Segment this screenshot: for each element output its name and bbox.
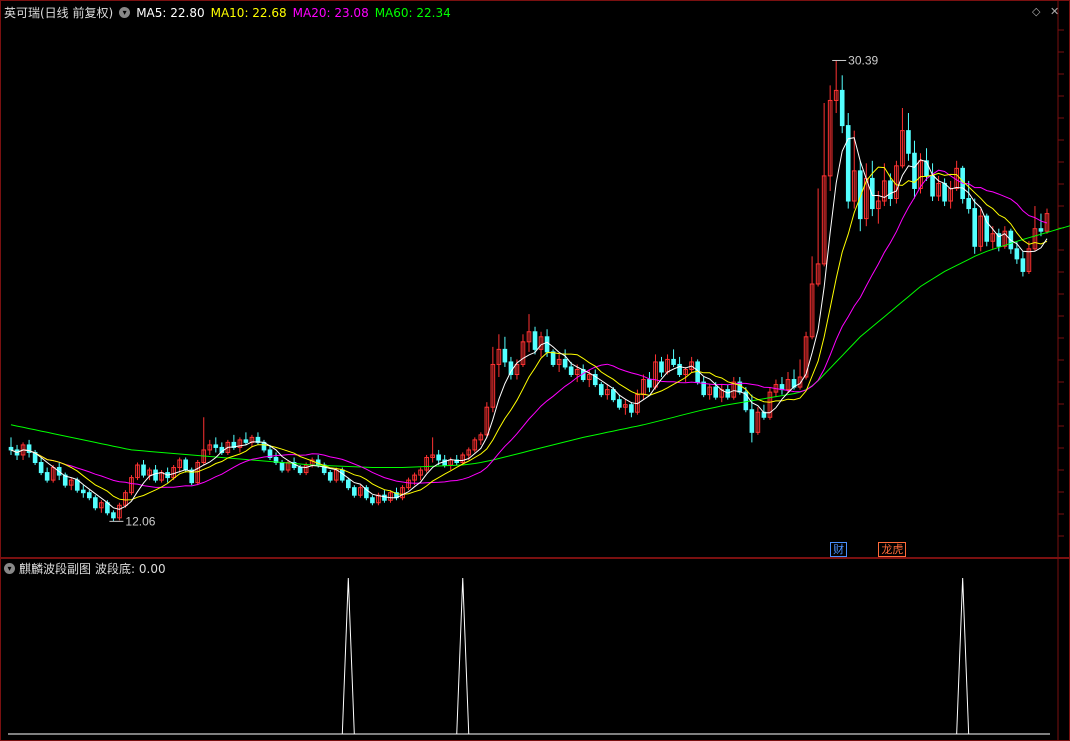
- candle-body: [942, 182, 947, 202]
- sub-menu-icon[interactable]: ▾: [4, 563, 15, 574]
- close-icon[interactable]: ✕: [1050, 5, 1059, 18]
- candle-body: [1014, 248, 1020, 260]
- sub-legend: ▾ 麒麟波段副图 波段底: 0.00: [4, 560, 170, 577]
- candle-body: [243, 439, 249, 443]
- candle-body: [888, 180, 893, 200]
- candle-body: [8, 446, 14, 451]
- candle-body: [568, 366, 574, 376]
- candle-body: [213, 444, 219, 448]
- high-price-label: 30.39: [848, 53, 878, 67]
- band-bottom-spike: [456, 577, 470, 735]
- candle-body: [279, 462, 285, 471]
- ma60-label: MA60: 22.34: [374, 5, 451, 20]
- candle-body: [544, 336, 550, 353]
- sub-frame: [0, 558, 1070, 741]
- candle-body: [532, 331, 538, 350]
- candle-body: [598, 384, 604, 396]
- candle-body: [370, 497, 375, 504]
- candle-body: [327, 472, 333, 481]
- candle-body: [617, 399, 622, 408]
- candle-body: [508, 361, 514, 376]
- candle-body: [671, 358, 676, 365]
- candle-body: [562, 358, 568, 368]
- candle-body: [972, 208, 978, 247]
- candle-body: [930, 175, 935, 197]
- candle-body: [141, 464, 146, 476]
- candle-body: [44, 472, 50, 481]
- candlestick-chart[interactable]: 30.39 12.06: [0, 0, 1070, 558]
- band-indicator-chart[interactable]: [0, 558, 1070, 741]
- candle-body: [74, 479, 80, 491]
- main-legend: 英可瑞(日线 前复权) ▾ MA5: 22.80 MA10: 22.68 MA2…: [4, 4, 457, 21]
- candle-body: [382, 494, 387, 501]
- diamond-icon[interactable]: ◇: [1032, 5, 1040, 18]
- sub-value-label: 波段底: 0.00: [95, 562, 166, 576]
- sub-chart-panel[interactable]: ▾ 麒麟波段副图 波段底: 0.00: [0, 558, 1070, 741]
- candle-body: [87, 492, 92, 499]
- indicator-menu-icon[interactable]: ▾: [119, 7, 131, 18]
- candle-body: [183, 459, 188, 471]
- candle-body: [647, 379, 652, 388]
- candle-body: [713, 386, 719, 398]
- candle-body: [845, 125, 851, 202]
- candle-body: [345, 479, 351, 489]
- candle-body: [1020, 258, 1026, 272]
- candle-body: [436, 454, 441, 461]
- ma10-label: MA10: 22.68: [210, 5, 287, 20]
- main-frame: [0, 0, 1070, 558]
- candle-body: [659, 361, 664, 373]
- ma5-label: MA5: 22.80: [136, 5, 205, 20]
- candle-body: [550, 351, 556, 365]
- candle-body: [93, 497, 98, 509]
- candle-body: [749, 409, 755, 433]
- candle-body: [906, 130, 911, 154]
- main-title: 英可瑞(日线 前复权): [4, 6, 114, 20]
- band-bottom-spike: [956, 577, 970, 735]
- candle-body: [924, 160, 929, 177]
- main-chart-panel[interactable]: 30.39 12.06 英可瑞(日线 前复权) ▾ MA5: 22.80 MA10…: [0, 0, 1070, 558]
- candle-body: [966, 198, 971, 210]
- dragon-tiger-badge[interactable]: 龙虎: [878, 542, 907, 557]
- candle-body: [629, 404, 634, 413]
- candle-body: [1038, 228, 1044, 232]
- candle-body: [502, 348, 508, 363]
- low-price-label: 12.06: [125, 514, 155, 528]
- candle-body: [611, 389, 616, 401]
- candle-body: [677, 363, 682, 376]
- candle-body: [839, 89, 845, 127]
- candle-body: [153, 469, 158, 481]
- candle-body: [297, 467, 303, 474]
- sub-title: 麒麟波段副图: [19, 562, 92, 576]
- candle-body: [352, 487, 357, 496]
- band-bottom-spike: [341, 577, 355, 735]
- finance-event-badge[interactable]: 财: [830, 542, 848, 557]
- candle-body: [80, 489, 86, 494]
- candle-body: [111, 512, 116, 519]
- candle-body: [912, 152, 917, 189]
- candle-body: [38, 462, 44, 474]
- ma20-label: MA20: 23.08: [292, 5, 369, 20]
